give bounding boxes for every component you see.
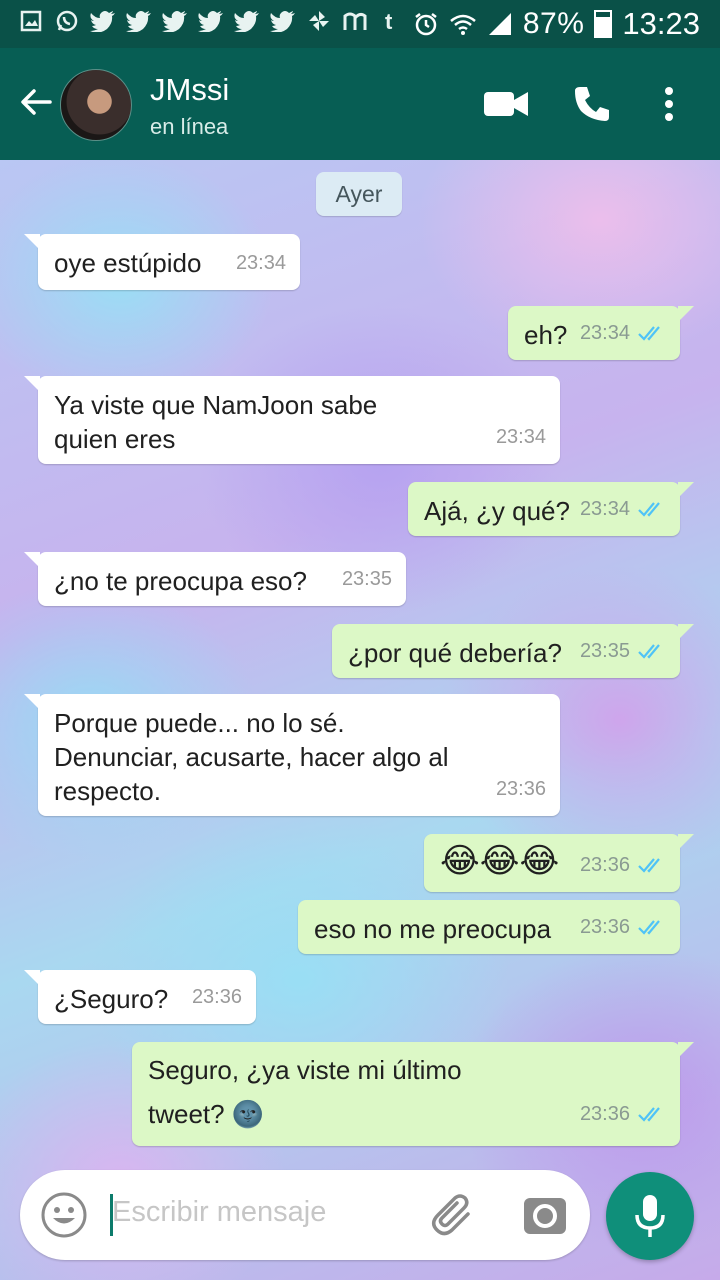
message-time: 23:36 <box>579 1103 630 1125</box>
message-meta: 23:34 <box>580 492 666 526</box>
message-meta: 23:36 <box>580 910 666 944</box>
message-time: 23:34 <box>579 322 630 344</box>
twitter-icon <box>162 8 188 34</box>
video-call-button[interactable] <box>482 82 530 126</box>
whatsapp-icon <box>54 8 80 34</box>
read-ticks-icon <box>638 858 660 873</box>
alarm-icon <box>415 13 437 36</box>
read-ticks-icon <box>638 502 660 517</box>
twitter-icon <box>234 8 260 34</box>
svg-text:t: t <box>385 9 393 33</box>
voice-record-button[interactable] <box>606 1172 694 1260</box>
message-incoming[interactable]: Ya viste que NamJoon sabe quien eres 23:… <box>24 376 560 464</box>
message-time: 23:34 <box>235 252 286 274</box>
message-text: Ya viste que NamJoon sabe quien eres <box>54 390 378 454</box>
message-outgoing[interactable]: ¿por qué debería? 23:35 <box>332 624 694 678</box>
message-text: ¿no te preocupa eso? <box>54 566 307 596</box>
twitter-icon <box>270 8 296 34</box>
contact-status: en línea <box>150 114 229 139</box>
chat-area[interactable]: Ayer oye estúpido 23:34 eh? 23:34 Ya vis… <box>0 160 720 1280</box>
message-time: 23:34 <box>495 426 546 448</box>
message-incoming[interactable]: oye estúpido 23:34 <box>24 234 300 290</box>
twitter-icon <box>90 8 116 34</box>
read-ticks-icon <box>638 326 660 341</box>
message-incoming[interactable]: ¿Seguro? 23:36 <box>24 970 256 1024</box>
message-meta: 23:36 <box>580 1092 666 1136</box>
contact-name[interactable]: JMssi <box>150 72 229 108</box>
message-time: 23:35 <box>341 568 392 590</box>
battery-icon <box>594 10 613 38</box>
message-incoming[interactable]: ¿no te preocupa eso? 23:35 <box>24 552 406 606</box>
system-status: 87% 13:23 <box>413 6 700 42</box>
attach-icon[interactable] <box>430 1192 476 1238</box>
twitter-icon <box>126 8 152 34</box>
signal-icon <box>488 13 511 35</box>
notification-icons: t <box>18 8 404 34</box>
message-outgoing[interactable]: Seguro, ¿ya viste mi último tweet? 🌚 23:… <box>132 1042 694 1146</box>
message-meta: 23:34 <box>236 246 286 280</box>
avatar[interactable] <box>60 69 132 141</box>
message-outgoing[interactable]: Ajá, ¿y qué? 23:34 <box>408 482 694 536</box>
message-meta: 23:34 <box>496 420 546 454</box>
message-input[interactable]: Escribir mensaje <box>112 1196 326 1229</box>
back-arrow-icon[interactable] <box>18 84 54 120</box>
read-ticks-icon <box>638 920 660 935</box>
message-composer: Escribir mensaje <box>20 1170 590 1260</box>
emoji-icon[interactable] <box>40 1191 88 1239</box>
mic-icon <box>635 1195 665 1237</box>
phone-icon <box>575 87 609 121</box>
tumblr-icon: t <box>378 8 404 34</box>
read-ticks-icon <box>638 644 660 659</box>
message-time: 23:36 <box>191 986 242 1008</box>
message-incoming[interactable]: Porque puede... no lo sé. Denunciar, acu… <box>24 694 560 816</box>
date-chip: Ayer <box>316 172 402 216</box>
video-call-icon <box>484 92 528 116</box>
twitter-icon <box>198 8 224 34</box>
message-outgoing[interactable]: 😂😂😂 23:36 <box>424 834 694 892</box>
message-outgoing[interactable]: eso no me preocupa 23:36 <box>298 900 680 954</box>
m-app-icon <box>342 8 368 34</box>
message-time: 23:34 <box>579 498 630 520</box>
gallery-icon <box>18 8 44 34</box>
message-time: 23:36 <box>579 854 630 876</box>
status-bar: t 87% 13:23 <box>0 0 720 48</box>
chat-header: JMssi en línea <box>0 48 720 160</box>
message-meta: 23:34 <box>580 316 666 350</box>
message-time: 23:36 <box>495 778 546 800</box>
wifi-icon <box>450 14 476 35</box>
camera-icon[interactable] <box>522 1192 568 1238</box>
message-meta: 23:36 <box>496 772 546 806</box>
message-meta: 23:36 <box>580 848 666 882</box>
message-meta: 23:35 <box>342 562 392 596</box>
message-time: 23:36 <box>579 916 630 938</box>
battery-percentage: 87% <box>522 7 585 40</box>
read-ticks-icon <box>638 1107 660 1122</box>
message-text: Porque puede... no lo sé. Denunciar, acu… <box>54 708 449 806</box>
message-time: 23:35 <box>579 640 630 662</box>
voice-call-button[interactable] <box>570 82 614 126</box>
message-meta: 23:36 <box>192 980 242 1014</box>
message-outgoing[interactable]: eh? 23:34 <box>508 306 694 360</box>
message-meta: 23:35 <box>580 634 666 668</box>
clock: 13:23 <box>622 6 700 41</box>
more-vert-icon <box>665 87 673 121</box>
pinwheel-icon <box>306 8 332 34</box>
more-options-button[interactable] <box>654 82 684 126</box>
